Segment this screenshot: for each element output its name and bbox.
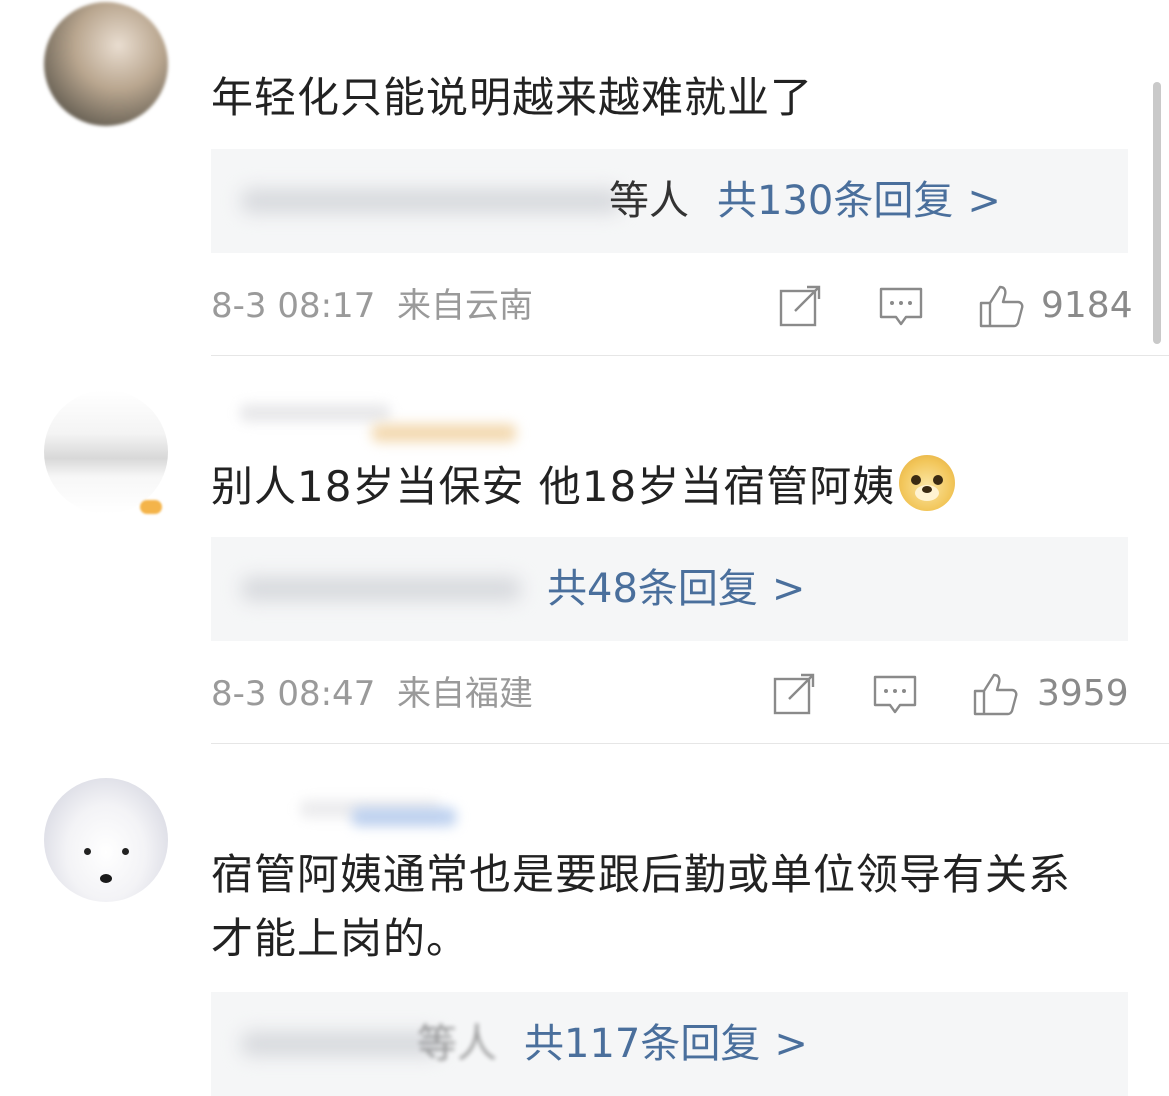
comment-text-line: 宿管阿姨通常也是要跟后勤或单位领导有关系 <box>211 850 1072 899</box>
avatar[interactable] <box>44 2 168 126</box>
like-count: 3959 <box>1037 673 1129 714</box>
reply-participants-suffix: 等人 <box>417 1021 497 1067</box>
location-label: 来自福建 <box>396 674 533 714</box>
blurred-username <box>240 404 390 422</box>
reply-participants-suffix: 等人 <box>609 178 689 224</box>
comment-meta: 8-3 08:17 来自云南 9184 <box>211 281 1133 331</box>
comment-icon[interactable] <box>872 671 918 717</box>
reply-count-label[interactable]: 共48条回复 <box>547 566 758 612</box>
chevron-right-icon: > <box>967 178 1001 224</box>
share-icon[interactable] <box>777 283 823 329</box>
comment-text: 宿管阿姨通常也是要跟后勤或单位领导有关系 才能上岗的。 <box>211 843 1141 971</box>
avatar[interactable] <box>44 390 168 514</box>
timestamp: 8-3 08:17 来自云南 <box>211 286 533 326</box>
like-count: 9184 <box>1041 285 1133 326</box>
divider <box>211 743 1169 744</box>
blurred-username-tag <box>352 808 456 826</box>
reply-count-label[interactable]: 共117条回复 <box>524 1021 760 1067</box>
reply-preview[interactable]: 等人 共117条回复 > <box>211 992 1128 1096</box>
doge-emoji-icon <box>899 455 956 511</box>
comment-text-line: 才能上岗的。 <box>211 914 470 963</box>
comment-icon[interactable] <box>878 283 924 329</box>
view-replies-link[interactable]: 共130条回复 > <box>717 177 1001 225</box>
blurred-username-tag <box>372 424 516 442</box>
reply-preview[interactable]: 共48条回复 > <box>211 537 1128 641</box>
scrollbar[interactable] <box>1153 82 1161 344</box>
comment-meta: 8-3 08:47 来自福建 3959 <box>211 669 1129 719</box>
view-replies-link[interactable]: 共48条回复 > <box>547 565 805 613</box>
avatar[interactable] <box>44 778 168 902</box>
location-label: 来自云南 <box>396 286 533 326</box>
divider <box>211 355 1169 356</box>
blurred-username <box>241 1032 441 1056</box>
chevron-right-icon: > <box>771 566 806 612</box>
comment-text: 年轻化只能说明越来越难就业了 <box>211 73 814 122</box>
chevron-right-icon: > <box>774 1021 808 1067</box>
verified-badge <box>140 500 162 514</box>
share-icon[interactable] <box>771 671 817 717</box>
like-icon[interactable] <box>978 283 1024 329</box>
blurred-username <box>241 577 521 601</box>
view-replies-link[interactable]: 共117条回复 > <box>524 1020 808 1068</box>
blurred-username <box>241 189 621 213</box>
reply-count-label[interactable]: 共130条回复 <box>717 178 953 224</box>
comment-text: 别人18岁当保安 他18岁当宿管阿姨 <box>211 455 1141 519</box>
timestamp: 8-3 08:47 来自福建 <box>211 674 533 714</box>
like-icon[interactable] <box>972 671 1018 717</box>
reply-preview[interactable]: 等人 共130条回复 > <box>211 149 1128 253</box>
